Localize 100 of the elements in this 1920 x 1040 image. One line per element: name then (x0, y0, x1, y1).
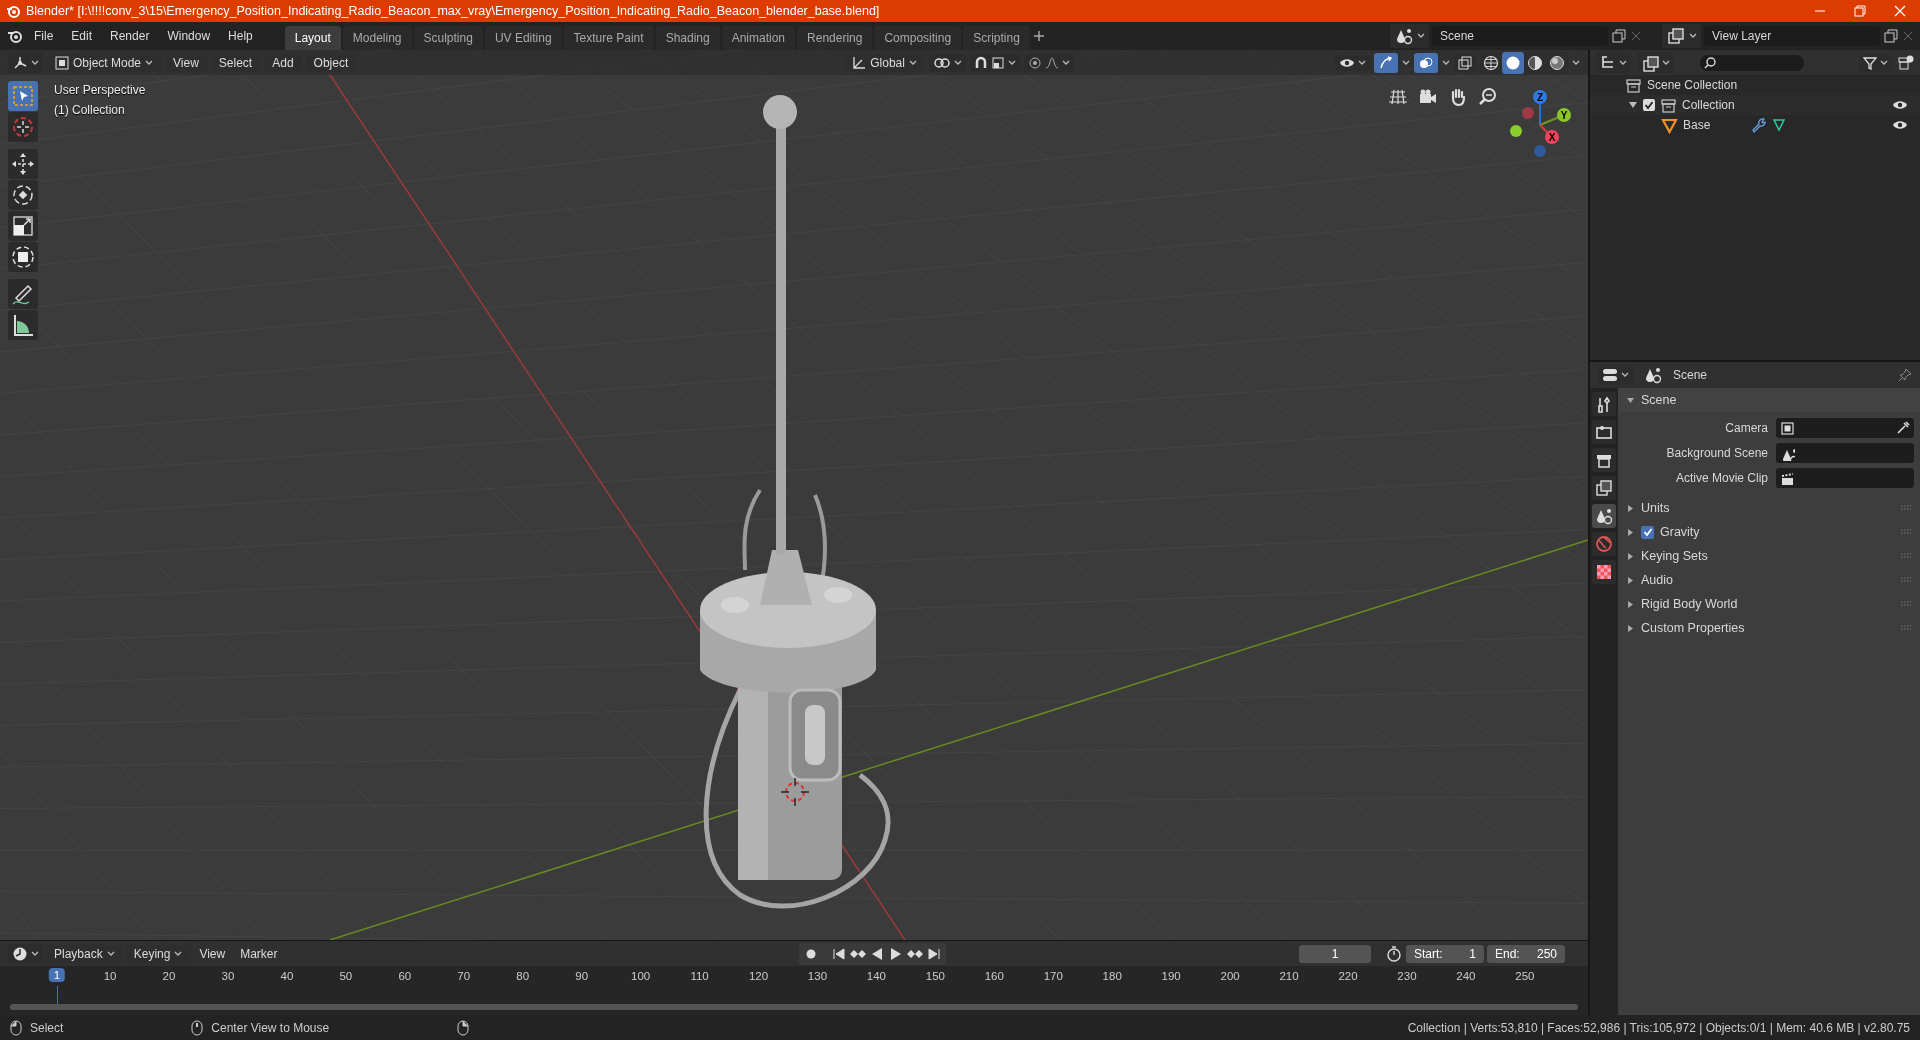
negative-axis-handle[interactable] (1522, 107, 1534, 119)
display-mode-button[interactable] (1596, 52, 1631, 73)
negative-axis-handle[interactable] (1534, 145, 1546, 157)
editor-type-button[interactable] (8, 943, 43, 964)
rotate-tool[interactable] (8, 180, 38, 210)
restore-icon[interactable] (1854, 5, 1866, 17)
timeline-scrollbar[interactable] (10, 1004, 1578, 1010)
properties-tab[interactable] (1592, 448, 1616, 472)
drag-handle-icon[interactable] (1900, 505, 1912, 511)
snap-button[interactable] (969, 53, 1020, 72)
workspace-tab[interactable]: Compositing (874, 26, 962, 50)
menu-item[interactable]: Edit (63, 26, 101, 46)
workspace-tab[interactable]: Texture Paint (563, 26, 654, 50)
checkbox[interactable] (1641, 525, 1654, 539)
workspace-tab[interactable]: Modeling (342, 26, 412, 50)
plus-icon[interactable] (1031, 29, 1046, 43)
drag-handle-icon[interactable] (1900, 601, 1912, 607)
proportional-edit-button[interactable] (1023, 53, 1074, 72)
move-tool[interactable] (8, 149, 38, 179)
drag-handle-icon[interactable] (1900, 577, 1912, 583)
view-layer-browse-button[interactable] (1662, 24, 1701, 48)
clip-field[interactable] (1776, 468, 1914, 488)
checkbox[interactable] (1643, 99, 1655, 111)
expand-triangle-icon[interactable] (1626, 527, 1635, 537)
playhead[interactable]: 1 (48, 968, 66, 982)
section-title[interactable]: Keying Sets (1641, 549, 1708, 563)
section-title[interactable]: Audio (1641, 573, 1673, 587)
workspace-tab[interactable]: Shading (655, 26, 720, 50)
menu-item[interactable]: Window (159, 26, 219, 46)
drag-handle-icon[interactable] (1900, 625, 1912, 631)
gizmo-toggle[interactable] (1374, 52, 1398, 73)
expand-triangle-icon[interactable] (1626, 575, 1635, 585)
overlay-toggle[interactable] (1414, 52, 1438, 73)
expand-triangle-icon[interactable] (1626, 599, 1635, 609)
eye-icon[interactable] (1892, 99, 1908, 111)
scene-browse-button[interactable] (1390, 24, 1429, 48)
copy-icon[interactable] (1883, 28, 1899, 44)
orientation-dropdown[interactable]: Global (844, 53, 925, 72)
end-frame-field[interactable]: End: 250 (1487, 944, 1565, 963)
camera-field[interactable] (1776, 418, 1914, 438)
properties-tab[interactable] (1592, 476, 1616, 500)
drag-handle-icon[interactable] (1900, 553, 1912, 559)
drag-handle-icon[interactable] (1900, 529, 1912, 535)
eyedropper-icon[interactable] (1896, 421, 1910, 435)
visibility-button[interactable] (1335, 54, 1370, 71)
close-icon[interactable] (1630, 30, 1642, 42)
negative-axis-handle[interactable] (1510, 125, 1522, 137)
scale-tool[interactable] (8, 211, 38, 241)
workspace-tab[interactable]: UV Editing (484, 26, 562, 50)
section-title[interactable]: Gravity (1660, 525, 1700, 539)
shading-mode-button[interactable] (1502, 51, 1524, 74)
expand-triangle-icon[interactable] (1626, 623, 1635, 633)
menu-item[interactable]: Render (102, 26, 158, 46)
workspace-tab[interactable]: Sculpting (413, 26, 483, 50)
workspace-tab[interactable]: Scripting (963, 26, 1030, 50)
properties-tab[interactable] (1592, 560, 1616, 584)
scene-field[interactable]: Scene (1432, 26, 1608, 46)
xray-toggle[interactable] (1454, 53, 1476, 72)
view-layer-field[interactable]: View Layer (1704, 26, 1880, 46)
select-tool[interactable] (8, 81, 38, 111)
view-layer-button[interactable] (1637, 51, 1674, 74)
panel-header[interactable]: Scene (1618, 388, 1920, 412)
section-title[interactable]: Units (1641, 501, 1670, 515)
disclosure-triangle-icon[interactable] (1628, 100, 1638, 110)
section-title[interactable]: Rigid Body World (1641, 597, 1738, 611)
tree-item-label[interactable]: Collection (1682, 98, 1735, 112)
workspace-tab[interactable]: Layout (284, 26, 341, 50)
start-frame-field[interactable]: Start: 1 (1406, 944, 1484, 963)
menu-item[interactable]: Marker (234, 944, 284, 963)
scene-field[interactable] (1776, 443, 1914, 463)
measure-tool[interactable] (8, 310, 38, 340)
expand-triangle-icon[interactable] (1626, 503, 1635, 513)
workspace-tab[interactable]: Animation (721, 26, 796, 50)
close-icon[interactable] (1902, 30, 1914, 42)
properties-tab[interactable] (1592, 504, 1616, 528)
stopwatch-icon[interactable] (1385, 944, 1403, 963)
menu-item[interactable]: Help (220, 26, 261, 46)
properties-tab[interactable] (1592, 420, 1616, 444)
cursor-tool[interactable] (8, 112, 38, 142)
section-title[interactable]: Custom Properties (1641, 621, 1745, 635)
pivot-button[interactable] (928, 53, 966, 72)
menu-item[interactable]: File (26, 26, 62, 46)
workspace-tab[interactable]: Rendering (797, 26, 873, 50)
menu-item[interactable]: View (193, 944, 232, 963)
menu-item[interactable]: Object (305, 53, 357, 72)
expand-triangle-icon[interactable] (1626, 551, 1635, 561)
filter-button[interactable] (1859, 53, 1892, 72)
current-frame-field[interactable]: 1 (1299, 944, 1371, 963)
annotate-tool[interactable] (8, 279, 38, 309)
tree-item-label[interactable]: Base (1683, 118, 1711, 132)
zoom-icon[interactable] (1478, 87, 1498, 107)
new-collection-icon[interactable] (1898, 54, 1914, 71)
properties-tab[interactable] (1592, 392, 1616, 416)
editor-type-button[interactable] (8, 52, 43, 73)
pin-icon[interactable] (1898, 368, 1912, 382)
transform-tool[interactable] (8, 242, 38, 272)
eye-icon[interactable] (1892, 119, 1908, 131)
search-field[interactable] (1700, 54, 1804, 71)
copy-icon[interactable] (1611, 28, 1627, 44)
editor-type-button[interactable] (1598, 365, 1633, 385)
